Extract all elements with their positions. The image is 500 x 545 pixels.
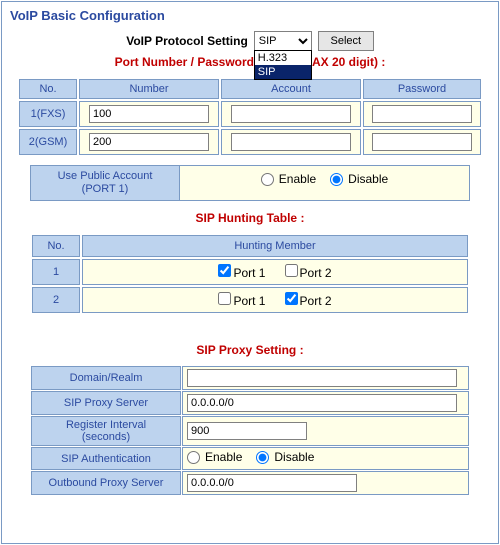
row2-no: 2(GSM) [19, 129, 77, 155]
row1-no: 1(FXS) [19, 101, 77, 127]
hunt1-port1-checkbox[interactable] [218, 264, 231, 277]
hunt-col-no: No. [32, 235, 80, 257]
page-title: VoIP Basic Configuration [10, 8, 490, 23]
proxy-table: Domain/Realm SIP Proxy Server Register I… [30, 365, 470, 496]
select-button[interactable]: Select [318, 31, 374, 51]
row1-account-input[interactable] [231, 105, 351, 123]
domain-input[interactable] [187, 369, 457, 387]
hunt-row2-no: 2 [32, 287, 80, 313]
hunting-title: SIP Hunting Table : [10, 211, 490, 225]
hunt1-port2-checkbox[interactable] [285, 264, 298, 277]
protocol-label: VoIP Protocol Setting [126, 34, 248, 48]
hunt-row1-no: 1 [32, 259, 80, 285]
hunt1-port1-option[interactable]: Port 1 [218, 266, 265, 280]
hunt2-port1-option[interactable]: Port 1 [218, 294, 265, 308]
auth-disable-radio[interactable] [256, 451, 269, 464]
interval-input[interactable] [187, 422, 307, 440]
interval-label: Register Interval (seconds) [31, 416, 181, 446]
row2-number-input[interactable] [89, 133, 209, 151]
table-row: 1 Port 1 Port 2 [32, 259, 468, 285]
protocol-select[interactable]: SIP [254, 31, 312, 51]
protocol-dropdown-list[interactable]: H.323 SIP [254, 50, 312, 80]
public-enable-option[interactable]: Enable [261, 172, 316, 186]
hunt2-port2-option[interactable]: Port 2 [285, 294, 332, 308]
public-account-row: Use Public Account (PORT 1) Enable Disab… [30, 165, 470, 201]
public-enable-radio[interactable] [261, 173, 274, 186]
proxy-title: SIP Proxy Setting : [10, 343, 490, 357]
col-account: Account [221, 79, 361, 99]
hunting-table: No. Hunting Member 1 Port 1 Port 2 2 Por… [30, 233, 470, 315]
port-table: No. Number Account Password 1(FXS) 2(GSM… [17, 77, 483, 157]
public-disable-radio[interactable] [330, 173, 343, 186]
col-number: Number [79, 79, 219, 99]
hunt2-port1-checkbox[interactable] [218, 292, 231, 305]
public-disable-option[interactable]: Disable [330, 172, 388, 186]
config-frame: VoIP Basic Configuration VoIP Protocol S… [1, 1, 499, 544]
auth-label: SIP Authentication [31, 447, 181, 470]
auth-enable-option[interactable]: Enable [187, 450, 242, 464]
outbound-label: Outbound Proxy Server [31, 471, 181, 495]
row2-password-input[interactable] [372, 133, 472, 151]
col-no: No. [19, 79, 77, 99]
protocol-option-h323[interactable]: H.323 [255, 51, 311, 65]
server-input[interactable] [187, 394, 457, 412]
hunt2-port2-checkbox[interactable] [285, 292, 298, 305]
table-row: 2 Port 1 Port 2 [32, 287, 468, 313]
public-account-value: Enable Disable [180, 165, 470, 201]
outbound-input[interactable] [187, 474, 357, 492]
public-account-label: Use Public Account (PORT 1) [30, 165, 180, 201]
row1-number-input[interactable] [89, 105, 209, 123]
col-password: Password [363, 79, 481, 99]
protocol-option-sip[interactable]: SIP [255, 65, 311, 79]
row1-password-input[interactable] [372, 105, 472, 123]
port-section-header: Port Number / Password Setting(MAX 20 di… [10, 55, 490, 69]
domain-label: Domain/Realm [31, 366, 181, 390]
table-row: 1(FXS) [19, 101, 481, 127]
server-label: SIP Proxy Server [31, 391, 181, 415]
hunt-col-member: Hunting Member [82, 235, 468, 257]
hunt1-port2-option[interactable]: Port 2 [285, 266, 332, 280]
auth-enable-radio[interactable] [187, 451, 200, 464]
protocol-row: VoIP Protocol Setting SIP H.323 SIP Sele… [10, 31, 490, 51]
auth-disable-option[interactable]: Disable [256, 450, 314, 464]
row2-account-input[interactable] [231, 133, 351, 151]
table-row: 2(GSM) [19, 129, 481, 155]
